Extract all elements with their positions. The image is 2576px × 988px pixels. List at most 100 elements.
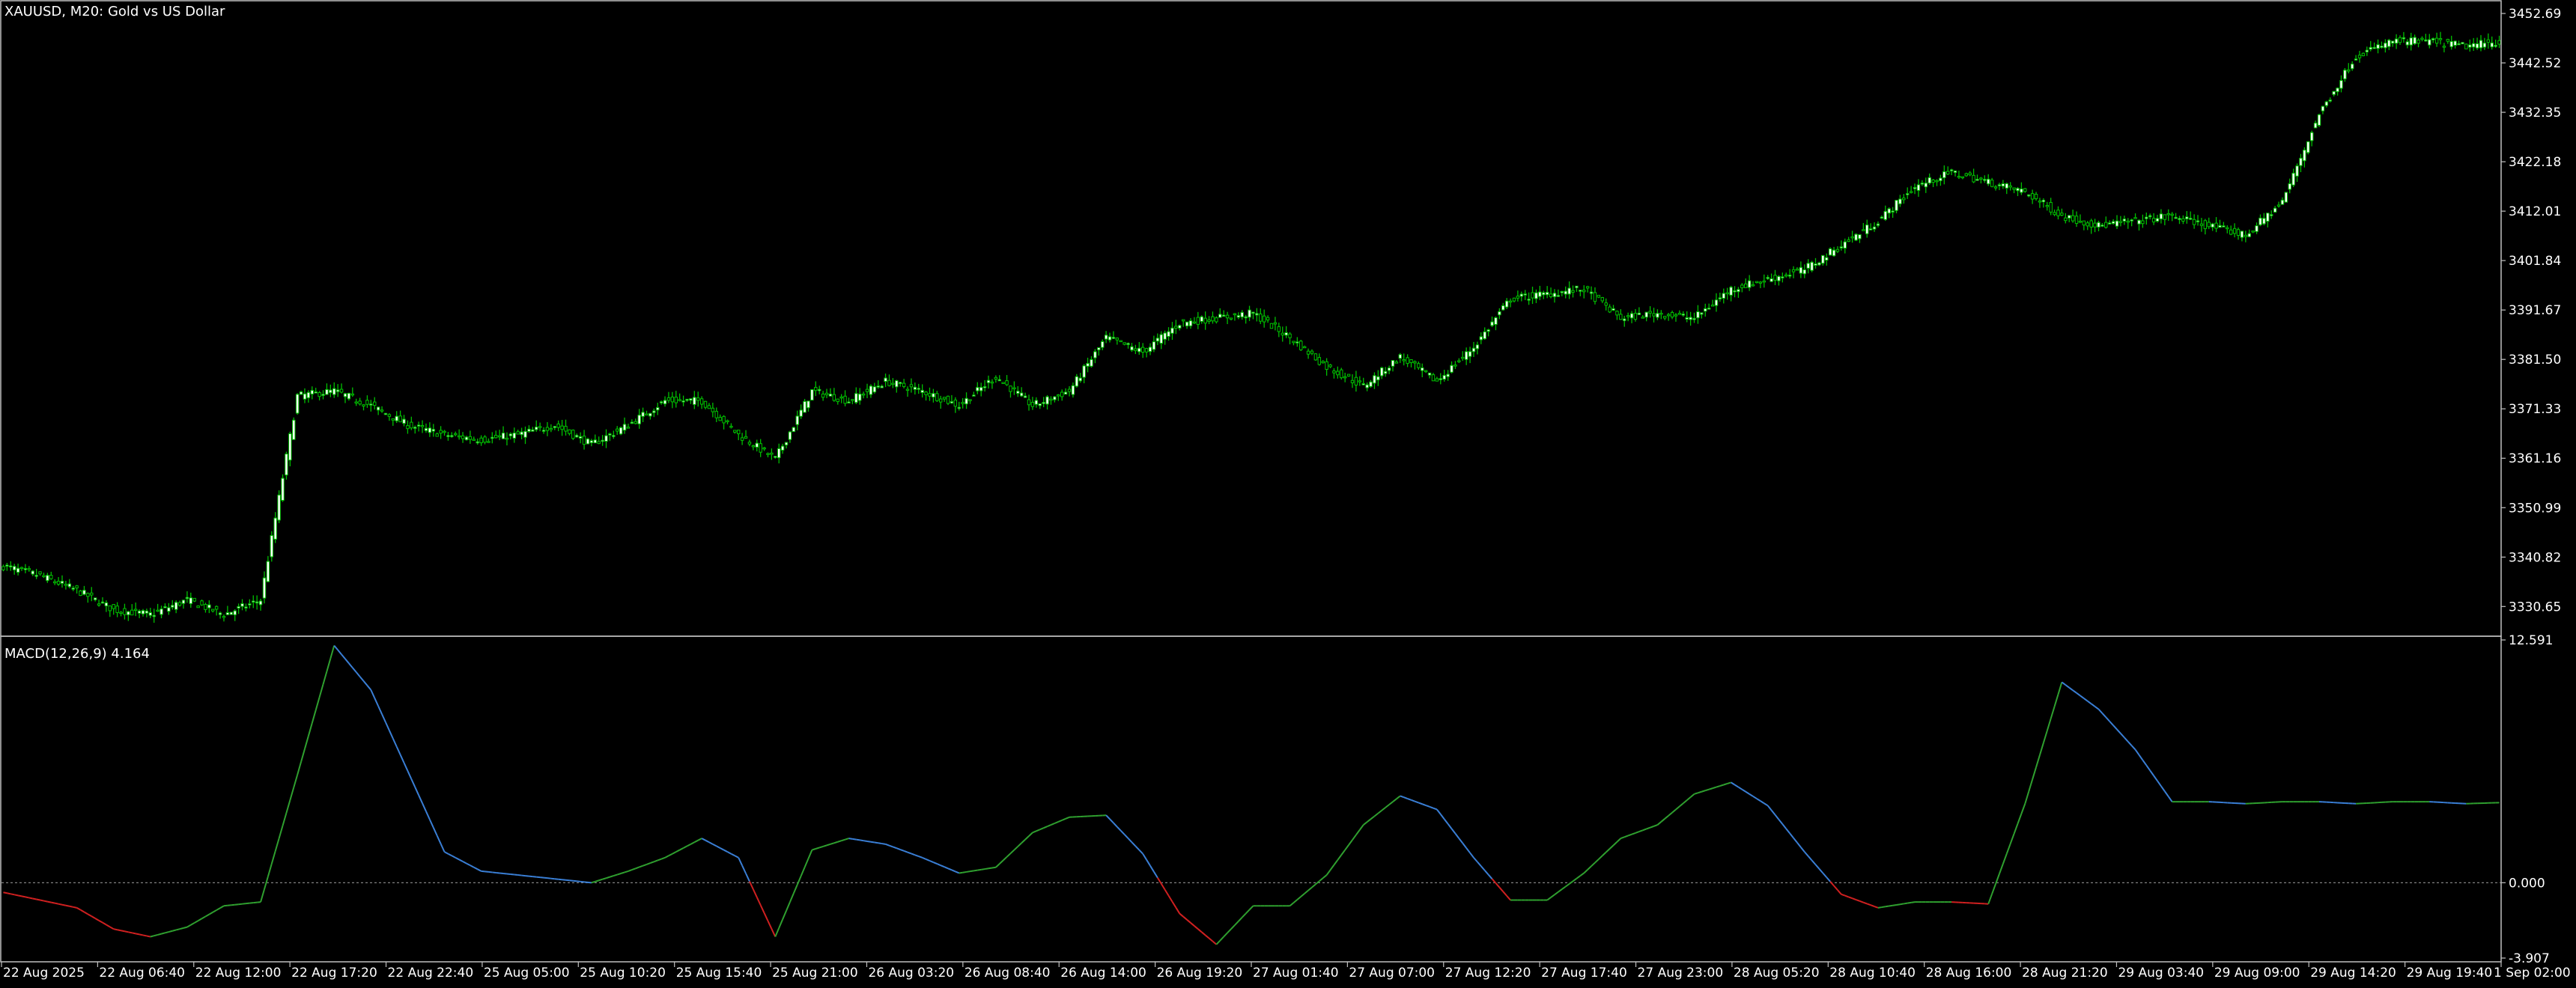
candle-bear [1667,314,1669,316]
candle-bear [28,569,30,570]
macd-segment [482,871,485,872]
time-tick-label: 28 Aug 10:40 [1829,966,1916,981]
candle-bull [1564,291,1567,294]
candle-bear [744,436,747,438]
candle-bull [164,606,166,608]
macd-segment [128,932,132,933]
candle-bear [1601,298,1603,301]
macd-segment [154,935,158,936]
candle-bear [1903,198,1905,200]
candle-bear [715,412,717,418]
candle-bull [1399,355,1401,359]
candle-bear [1671,312,1673,317]
candle-bear [821,394,824,397]
candle-bear [1351,380,1353,382]
candle-bull [601,440,604,442]
candle-bear [1847,240,1850,241]
candle-bull [2406,42,2408,45]
candle-bear [1432,375,1434,381]
candle-bull [2391,41,2393,43]
candle-bear [222,616,225,618]
macd-segment [139,934,143,935]
candle-bull [1568,288,1570,294]
candle-bear [76,586,78,588]
candle-bull [142,611,144,614]
chart-background [0,0,2576,985]
candle-bull [377,407,379,410]
macd-segment [47,902,51,903]
candle-bear [708,406,710,409]
candle-bull [535,427,538,430]
candle-bear [79,591,82,596]
candle-bear [215,606,217,609]
candle-bear [1013,388,1015,389]
macd-segment [529,876,532,877]
candle-bear [498,436,500,437]
macd-segment [73,907,77,908]
candle-bear [355,402,357,403]
candle-bull [1024,396,1026,397]
candle-bear [2134,218,2136,219]
candle-bear [825,393,827,394]
candle-bear [2200,224,2202,225]
chart-window[interactable]: 3452.693442.523432.353422.183412.013401.… [0,0,2576,985]
candle-bear [675,397,677,403]
candle-bull [259,601,261,605]
candle-bear [1031,402,1033,406]
candle-bull [1366,385,1368,388]
candle-bear [91,593,93,595]
candle-bear [1752,284,1754,286]
macd-segment [158,934,162,935]
candle-bull [576,436,578,437]
candle-bear [2446,40,2449,42]
macd-segment [235,904,239,905]
chart-canvas[interactable]: 3452.693442.523432.353422.183412.013401.… [0,0,2576,985]
macd-segment [14,894,18,895]
macd-segment [231,905,235,906]
candle-bull [609,434,611,436]
candle-bear [2119,222,2121,223]
candle-bear [1318,358,1320,365]
candle-bear [1774,275,1776,281]
candle-bull [1855,234,1857,240]
candle-bear [1270,323,1272,328]
candle-bull [804,401,806,412]
candle-bear [1932,180,1934,182]
candle-bear [1343,376,1346,378]
candle-bull [605,436,607,442]
candle-bull [315,392,317,394]
candle-bull [1630,314,1632,318]
candle-bear [671,397,673,401]
candle-bull [307,392,309,397]
candle-bull [24,569,26,570]
candle-bear [767,454,769,455]
candle-bull [653,411,655,412]
candle-bull [465,437,467,440]
candle-bear [2399,37,2401,42]
candle-bear [763,448,765,449]
candle-bull [1472,348,1474,352]
macd-segment [1893,905,1897,906]
candle-bear [1260,314,1262,321]
candle-bear [1458,361,1460,362]
candle-bull [2248,234,2250,237]
macd-segment [507,874,511,875]
candle-bull [1164,333,1166,339]
candle-bull [1719,298,1721,299]
candle-bear [1741,285,1743,288]
candle-bull [2431,39,2434,40]
candle-bull [2296,166,2298,177]
candle-bear [2090,221,2092,227]
candle-bear [157,610,159,612]
candle-bull [1072,385,1074,394]
candle-bull [1167,332,1170,336]
candle-bull [1873,227,1875,229]
candle-bear [87,594,89,597]
candle-bear [380,410,383,412]
candle-bear [43,576,45,577]
candle-bear [726,421,729,422]
candle-bull [274,518,276,539]
candle-bull [1707,308,1710,310]
macd-segment [544,878,547,879]
candle-bear [1626,316,1629,317]
